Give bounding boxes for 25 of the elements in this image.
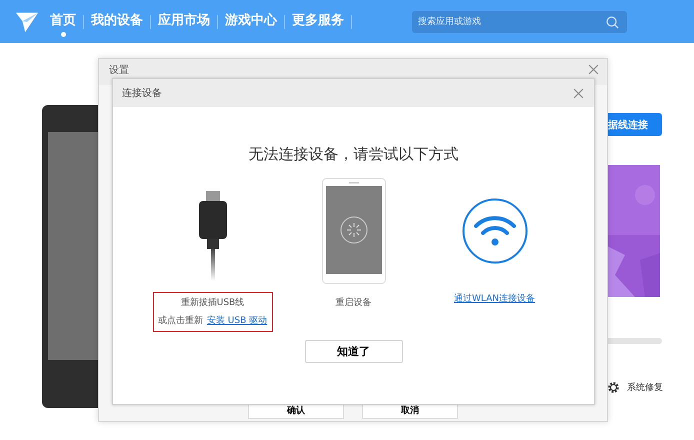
dialog-title: 连接设备 bbox=[122, 86, 162, 100]
wifi-icon bbox=[462, 198, 528, 264]
usb-cable-icon bbox=[198, 190, 228, 282]
dialog-button[interactable]: 确认 bbox=[248, 404, 344, 419]
nav-tab[interactable]: 更多服务 bbox=[292, 6, 344, 36]
nav-tab[interactable]: 应用市场 bbox=[158, 6, 210, 36]
search-icon[interactable] bbox=[606, 16, 619, 28]
system-repair-label[interactable]: 系统修复 bbox=[627, 381, 663, 394]
close-icon[interactable] bbox=[588, 64, 599, 75]
install-driver-link[interactable]: 安装 USB 驱动 bbox=[206, 314, 268, 327]
nav-tab[interactable]: 我的设备 bbox=[91, 6, 143, 36]
close-icon[interactable] bbox=[573, 88, 584, 98]
option-label: 重启设备 bbox=[336, 296, 372, 309]
phone-icon bbox=[322, 178, 386, 284]
nav-tab[interactable]: 游戏中心 bbox=[225, 6, 277, 36]
settings-icon[interactable] bbox=[606, 380, 621, 395]
search-field[interactable]: 搜索应用或游戏 bbox=[412, 10, 627, 32]
ok-button[interactable]: 知道了 bbox=[304, 340, 402, 363]
dialog-button[interactable]: 取消 bbox=[362, 404, 458, 419]
window-title: 设置 bbox=[109, 64, 129, 77]
wlan-link[interactable]: 通过WLAN连接设备 bbox=[454, 292, 535, 305]
nav-tab[interactable]: 首页 bbox=[50, 6, 76, 36]
dialog-heading: 无法连接设备，请尝试以下方式 bbox=[248, 145, 458, 164]
option-label: 重新拔插USB线 bbox=[180, 296, 244, 309]
option-hint: 或点击重新 bbox=[158, 314, 203, 327]
